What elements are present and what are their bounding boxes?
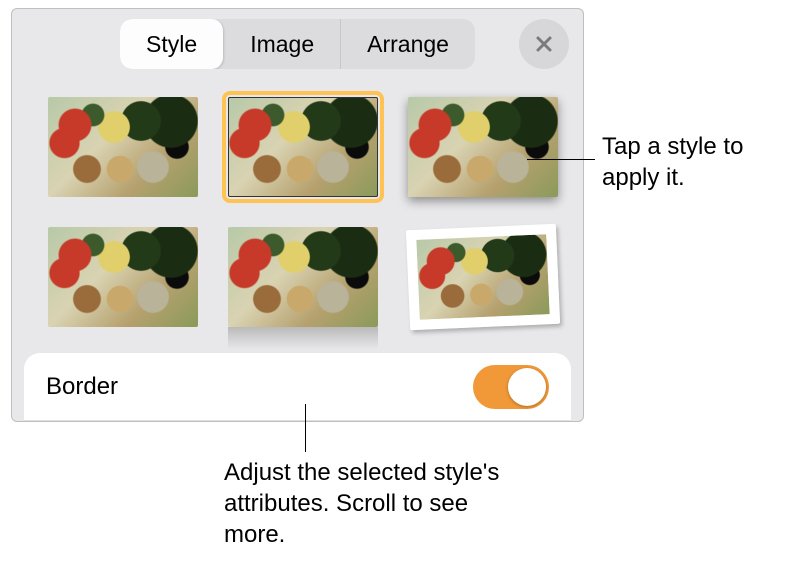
- style-grid: [48, 97, 559, 327]
- close-button[interactable]: [519, 19, 569, 69]
- style-thumbnail-border[interactable]: [228, 97, 378, 197]
- style-thumbnail-reflection[interactable]: [228, 227, 378, 327]
- border-toggle[interactable]: [473, 365, 549, 409]
- callout-adjust-attributes: Adjust the selected style's attributes. …: [224, 457, 534, 551]
- format-panel: Style Image Arrange Border: [11, 8, 584, 422]
- border-label: Border: [46, 373, 118, 401]
- style-thumbnail-frame[interactable]: [406, 224, 560, 330]
- tabs-group: Style Image Arrange: [120, 19, 475, 69]
- tab-arrange[interactable]: Arrange: [341, 19, 475, 69]
- callout-leader-line: [527, 159, 595, 160]
- close-icon: [534, 34, 554, 54]
- border-row: Border: [24, 353, 571, 421]
- callout-leader-line: [305, 404, 306, 452]
- tab-image[interactable]: Image: [224, 19, 341, 69]
- tab-bar: Style Image Arrange: [12, 19, 583, 69]
- toggle-knob: [508, 368, 546, 406]
- style-thumbnail-plain-2[interactable]: [48, 227, 198, 327]
- tab-style[interactable]: Style: [120, 19, 224, 69]
- callout-apply-style: Tap a style to apply it.: [602, 131, 778, 193]
- style-thumbnail-shadow[interactable]: [408, 97, 558, 197]
- style-thumbnail-plain[interactable]: [48, 97, 198, 197]
